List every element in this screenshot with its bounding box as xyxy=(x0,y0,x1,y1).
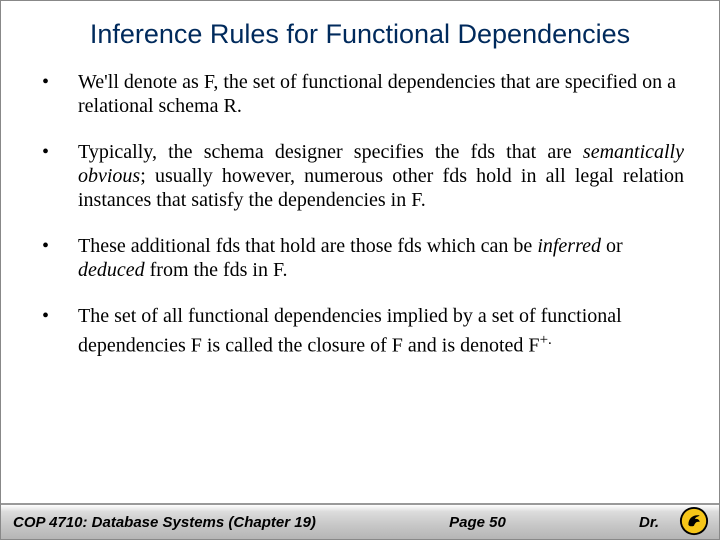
pegasus-logo-icon xyxy=(679,506,709,536)
bullet-text: We'll denote as F, the set of functional… xyxy=(78,70,684,118)
footer-page: Page 50 xyxy=(316,514,639,531)
footer-bar: COP 4710: Database Systems (Chapter 19) … xyxy=(1,503,719,539)
slide-title: Inference Rules for Functional Dependenc… xyxy=(1,1,719,62)
bullet-text: Typically, the schema designer specifies… xyxy=(78,140,684,212)
bullet-text: These additional fds that hold are those… xyxy=(78,234,684,282)
bullet-item: • Typically, the schema designer specifi… xyxy=(36,140,684,212)
bullet-item: • We'll denote as F, the set of function… xyxy=(36,70,684,118)
bullet-item: • These additional fds that hold are tho… xyxy=(36,234,684,282)
text-fragment: from the fds in F. xyxy=(145,259,288,281)
bullet-marker: • xyxy=(36,234,78,258)
text-fragment: These additional fds that hold are those… xyxy=(78,235,537,257)
superscript: +. xyxy=(540,332,552,348)
bullet-marker: • xyxy=(36,304,78,328)
text-fragment: Typically, the schema designer specifies… xyxy=(78,141,583,163)
bullet-marker: • xyxy=(36,70,78,94)
italic-text: deduced xyxy=(78,259,145,281)
text-fragment: or xyxy=(601,235,623,257)
footer-author: Dr. xyxy=(639,514,659,531)
bullet-marker: • xyxy=(36,140,78,164)
slide-content: • We'll denote as F, the set of function… xyxy=(1,62,719,358)
slide: Inference Rules for Functional Dependenc… xyxy=(0,0,720,540)
text-fragment: ; usually however, numerous other fds ho… xyxy=(78,165,684,211)
footer-course: COP 4710: Database Systems (Chapter 19) xyxy=(13,514,316,531)
text-fragment: The set of all functional dependencies i… xyxy=(78,305,622,357)
bullet-item: • The set of all functional dependencies… xyxy=(36,304,684,358)
bullet-text: The set of all functional dependencies i… xyxy=(78,304,684,358)
italic-text: inferred xyxy=(537,235,601,257)
